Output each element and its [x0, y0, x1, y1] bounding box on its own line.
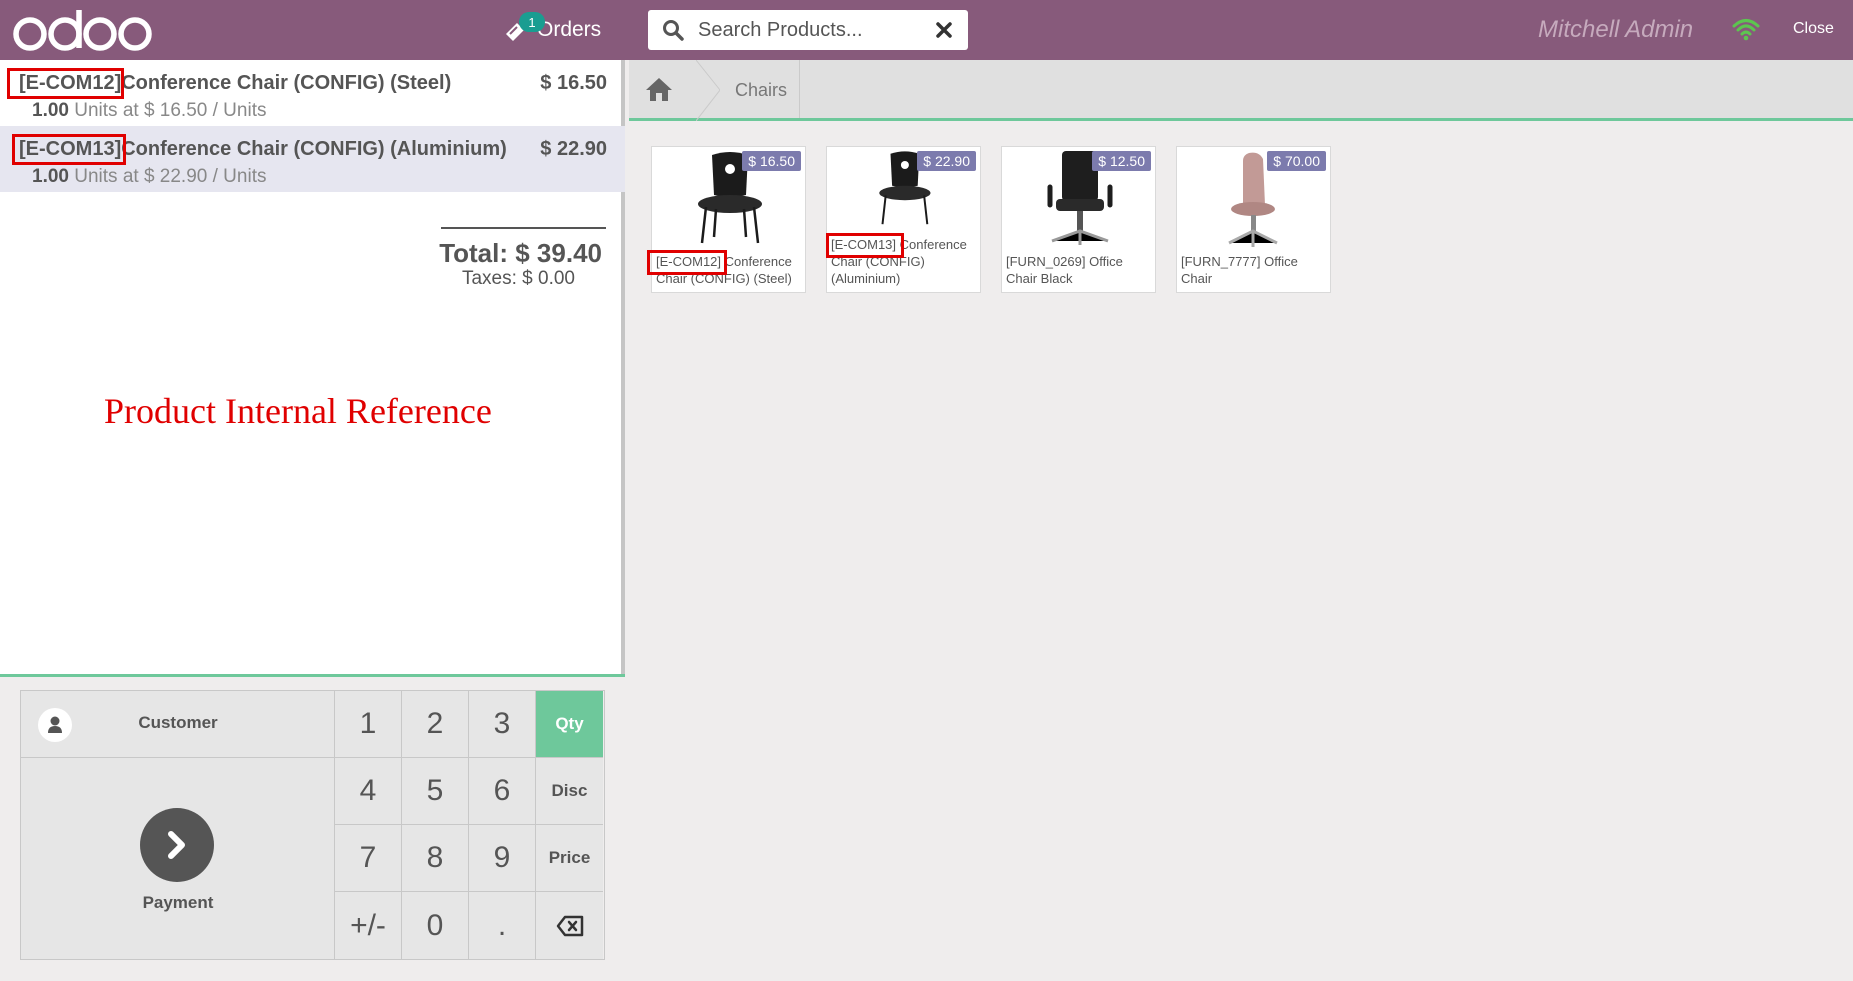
- orderline-name: Conference Chair (CONFIG) (Steel): [121, 72, 452, 94]
- numpad-mode-price[interactable]: Price: [536, 825, 603, 892]
- numpad-key-8[interactable]: 8: [402, 825, 469, 892]
- summary-divider: [441, 227, 606, 229]
- search-icon: [663, 20, 684, 41]
- payment-circle: [140, 808, 214, 882]
- numpad: 1 2 3 Qty 4 5 6 Disc 7 8 9 Price +/- 0 .: [335, 690, 605, 960]
- product-name: [FURN_0269] Office Chair Black: [1006, 254, 1123, 286]
- breadcrumb-divider: [799, 60, 800, 118]
- close-button[interactable]: Close: [1793, 20, 1834, 38]
- order-total: Total: $ 39.40: [439, 238, 602, 268]
- numpad-backspace[interactable]: [536, 892, 603, 959]
- odoo-logo: [13, 10, 152, 51]
- top-header: 1 Orders Mitchell Admin Close: [0, 0, 1853, 60]
- payment-button[interactable]: Payment: [21, 758, 335, 960]
- orderline-info: 1.00 Units at $ 16.50 / Units: [32, 100, 266, 122]
- numpad-key-5[interactable]: 5: [402, 758, 469, 825]
- orders-count-badge: 1: [519, 12, 545, 32]
- product-price: $ 12.50: [1092, 151, 1151, 171]
- breadcrumb: Chairs: [629, 60, 1853, 121]
- customer-button[interactable]: Customer: [21, 691, 335, 758]
- product-card[interactable]: $ 16.50 [E-COM12] Conference Chair (CONF…: [647, 146, 806, 293]
- breadcrumb-category-chairs[interactable]: Chairs: [735, 80, 787, 101]
- numpad-key-sign[interactable]: +/-: [335, 892, 402, 959]
- orderline-selected[interactable]: [E-COM13]Conference Chair (CONFIG) (Alum…: [0, 126, 625, 192]
- home-icon[interactable]: [645, 76, 673, 102]
- clear-search-icon[interactable]: [934, 20, 954, 40]
- annotation-label: Product Internal Reference: [104, 391, 492, 431]
- search-input[interactable]: [698, 18, 934, 42]
- numpad-key-3[interactable]: 3: [469, 691, 536, 758]
- chevron-right-icon: [168, 831, 185, 859]
- highlight-box: [12, 134, 126, 165]
- orderline-qty: 1.00: [32, 166, 69, 187]
- orderline-price: $ 16.50: [540, 72, 607, 94]
- breadcrumb-separator: [696, 60, 720, 121]
- backspace-icon: [556, 915, 583, 936]
- numpad-mode-disc[interactable]: Disc: [536, 758, 603, 825]
- orderline-unit-info: Units at $ 22.90 / Units: [68, 166, 267, 187]
- order-taxes: Taxes: $ 0.00: [461, 268, 575, 289]
- orderline-unit-info: Units at $ 16.50 / Units: [68, 100, 267, 121]
- orders-label: Orders: [537, 18, 602, 41]
- numpad-key-1[interactable]: 1: [335, 691, 402, 758]
- product-name: [FURN_7777] Office Chair: [1181, 254, 1298, 286]
- numpad-key-7[interactable]: 7: [335, 825, 402, 892]
- numpad-mode-qty[interactable]: Qty: [536, 691, 603, 758]
- product-card[interactable]: $ 12.50 [FURN_0269] Office Chair Black: [1001, 146, 1156, 293]
- search-box: [648, 10, 968, 50]
- numpad-key-2[interactable]: 2: [402, 691, 469, 758]
- customer-label: Customer: [138, 713, 218, 732]
- product-price: $ 16.50: [742, 151, 801, 171]
- orders-button[interactable]: 1 Orders: [503, 10, 601, 50]
- numpad-key-4[interactable]: 4: [335, 758, 402, 825]
- user-name: Mitchell Admin: [1538, 16, 1694, 43]
- highlight-box: [826, 233, 904, 258]
- numpad-key-6[interactable]: 6: [469, 758, 536, 825]
- numpad-key-dot[interactable]: .: [469, 892, 536, 959]
- product-card[interactable]: $ 70.00 [FURN_7777] Office Chair: [1176, 146, 1331, 293]
- orderline-name: Conference Chair (CONFIG) (Aluminium): [121, 138, 507, 160]
- product-price: $ 70.00: [1267, 151, 1326, 171]
- highlight-box: [7, 68, 124, 99]
- wifi-icon[interactable]: [1732, 17, 1760, 41]
- orderline[interactable]: [E-COM12]Conference Chair (CONFIG) (Stee…: [0, 60, 625, 126]
- product-price: $ 22.90: [917, 151, 976, 171]
- numpad-key-9[interactable]: 9: [469, 825, 536, 892]
- orderline-qty: 1.00: [32, 100, 69, 121]
- highlight-box: [647, 250, 727, 275]
- payment-label: Payment: [142, 893, 214, 912]
- numpad-key-0[interactable]: 0: [402, 892, 469, 959]
- action-panel: Customer Payment: [20, 690, 335, 960]
- product-card[interactable]: $ 22.90 [E-COM13] Conference Chair (CONF…: [826, 146, 981, 293]
- orderline-price: $ 22.90: [540, 138, 607, 160]
- orderline-info: 1.00 Units at $ 22.90 / Units: [32, 166, 266, 188]
